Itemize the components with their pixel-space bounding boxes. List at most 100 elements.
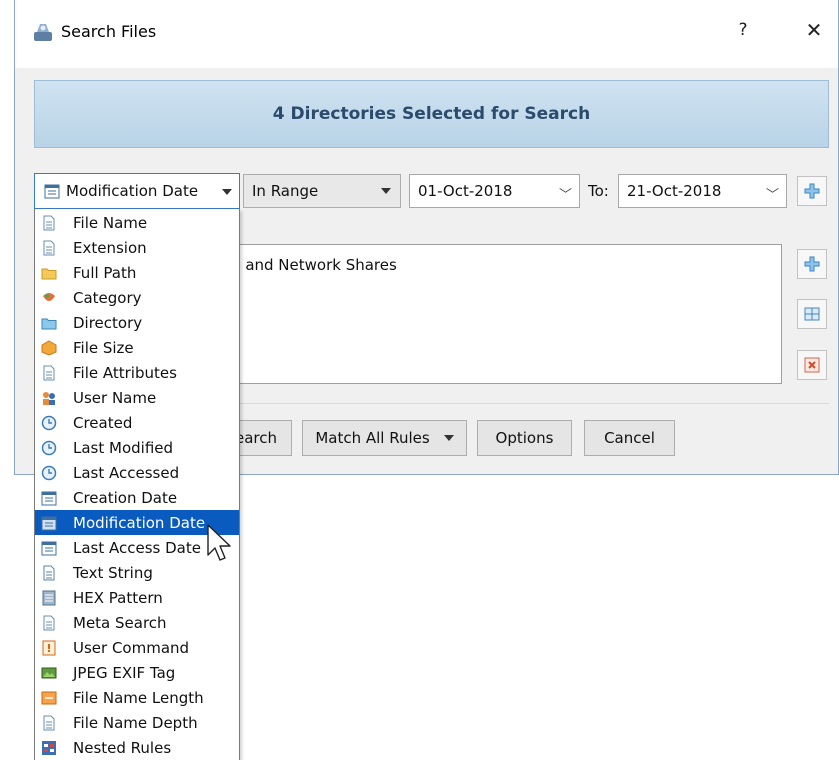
- calendar-icon: [41, 541, 57, 555]
- dropdown-option-label: Created: [73, 413, 133, 432]
- dropdown-option-label: HEX Pattern: [73, 588, 163, 607]
- dropdown-option[interactable]: File Name Depth: [35, 710, 239, 735]
- window-title: Search Files: [61, 22, 157, 41]
- dropdown-option-label: JPEG EXIF Tag: [73, 663, 176, 682]
- dropdown-option[interactable]: HEX Pattern: [35, 585, 239, 610]
- grid-icon: [804, 307, 820, 321]
- title-bar: Search Files ? ✕: [15, 0, 838, 68]
- chevron-down-icon: [381, 188, 391, 194]
- clock-icon: [41, 415, 57, 430]
- category-icon: [43, 292, 55, 301]
- file-size-icon: [41, 339, 57, 356]
- to-date-value: 21-Oct-2018: [627, 182, 722, 200]
- folder-icon: [41, 268, 57, 279]
- chevron-down-icon: [443, 435, 454, 441]
- dropdown-option[interactable]: Last Accessed: [35, 460, 239, 485]
- dropdown-option[interactable]: Creation Date: [35, 485, 239, 510]
- dropdown-option[interactable]: Directory: [35, 310, 239, 335]
- calendar-icon: [41, 516, 57, 530]
- meta-search-icon: [43, 615, 55, 630]
- dropdown-option-label: Modification Date: [73, 513, 206, 532]
- chevron-down-icon: ﹀: [558, 188, 572, 203]
- to-label: To:: [588, 182, 609, 200]
- to-date-picker[interactable]: 21-Oct-2018 ﹀: [618, 174, 787, 208]
- add-rule-button[interactable]: [797, 176, 827, 206]
- dropdown-option-label: File Size: [73, 338, 134, 357]
- dropdown-option[interactable]: Full Path: [35, 260, 239, 285]
- remove-directory-button[interactable]: [797, 350, 827, 380]
- close-button[interactable]: ✕: [801, 18, 827, 46]
- user-name-icon: [43, 391, 55, 405]
- dropdown-option-label: Nested Rules: [73, 738, 172, 757]
- dropdown-option[interactable]: Nested Rules: [35, 735, 239, 760]
- operator-select[interactable]: In Range: [243, 174, 401, 208]
- dropdown-option[interactable]: JPEG EXIF Tag: [35, 660, 239, 685]
- dropdown-option-label: Category: [73, 288, 142, 307]
- dropdown-option[interactable]: User Name: [35, 385, 239, 410]
- file-name-length-icon: [41, 691, 57, 704]
- calendar-icon: [41, 491, 57, 505]
- operator-select-value: In Range: [252, 182, 319, 200]
- clock-icon: [41, 465, 57, 480]
- dropdown-option[interactable]: Extension: [35, 235, 239, 260]
- dropdown-option-label: Meta Search: [73, 613, 167, 632]
- field-select[interactable]: Modification Date: [34, 173, 240, 209]
- cancel-button[interactable]: Cancel: [584, 420, 675, 456]
- plus-icon: [804, 256, 820, 272]
- dropdown-option-label: User Name: [73, 388, 157, 407]
- mouse-cursor-icon: [207, 524, 231, 561]
- dropdown-option-label: File Attributes: [73, 363, 177, 382]
- file-name-depth-icon: [43, 715, 55, 730]
- dropdown-option-label: User Command: [73, 638, 190, 657]
- remove-icon: [804, 357, 820, 373]
- dropdown-option[interactable]: Meta Search: [35, 610, 239, 635]
- search-files-app-icon: [34, 24, 52, 41]
- from-date-value: 01-Oct-2018: [418, 182, 513, 200]
- dropdown-option-label: Directory: [73, 313, 143, 332]
- field-select-value: Modification Date: [66, 182, 199, 200]
- from-date-picker[interactable]: 01-Oct-2018 ﹀: [409, 174, 580, 208]
- dropdown-option[interactable]: User Command: [35, 635, 239, 660]
- help-button[interactable]: ?: [733, 20, 753, 44]
- dropdown-option[interactable]: File Attributes: [35, 360, 239, 385]
- dropdown-option-label: File Name Length: [73, 688, 204, 707]
- nested-rules-icon: [42, 740, 56, 755]
- dropdown-option-label: Full Path: [73, 263, 137, 282]
- add-directory-button[interactable]: [797, 249, 827, 279]
- dropdown-option[interactable]: File Name: [35, 210, 239, 235]
- jpeg-exif-icon: [41, 667, 57, 678]
- dropdown-option[interactable]: Last Modified: [35, 435, 239, 460]
- dropdown-option-label: Creation Date: [73, 488, 178, 507]
- edit-directory-button[interactable]: [797, 299, 827, 329]
- dropdown-option-label: Extension: [73, 238, 147, 257]
- dropdown-option-label: Last Modified: [73, 438, 174, 457]
- dropdown-option-label: Last Access Date: [73, 538, 201, 557]
- search-button-label: earch: [234, 429, 277, 447]
- file-attributes-icon: [43, 365, 55, 380]
- dropdown-option-label: Last Accessed: [73, 463, 180, 482]
- dropdown-option[interactable]: File Size: [35, 335, 239, 360]
- chevron-down-icon: ﹀: [765, 188, 779, 203]
- clock-icon: [41, 440, 57, 455]
- hex-pattern-icon: [42, 590, 56, 605]
- field-dropdown-list[interactable]: File Name Extension Full Path Category Direc…: [34, 209, 240, 760]
- dropdown-option-label: File Name Depth: [73, 713, 198, 732]
- dropdown-option-label: File Name: [73, 213, 148, 232]
- cancel-label: Cancel: [604, 429, 655, 447]
- dropdown-option[interactable]: Category: [35, 285, 239, 310]
- match-rules-button[interactable]: Match All Rules: [302, 420, 467, 456]
- extension-icon: [43, 240, 55, 255]
- file-name-icon: [43, 215, 55, 230]
- plus-icon: [804, 183, 820, 199]
- dropdown-option[interactable]: Created: [35, 410, 239, 435]
- user-command-icon: [42, 640, 56, 655]
- banner-text: 4 Directories Selected for Search: [272, 104, 591, 124]
- directory-icon: [41, 318, 57, 329]
- calendar-icon: [44, 184, 60, 199]
- chevron-down-icon: [222, 189, 232, 195]
- dropdown-option-label: Text String: [73, 563, 153, 582]
- dropdown-option[interactable]: File Name Length: [35, 685, 239, 710]
- text-string-icon: [43, 565, 55, 580]
- options-button[interactable]: Options: [477, 420, 572, 456]
- match-rules-label: Match All Rules: [315, 429, 430, 447]
